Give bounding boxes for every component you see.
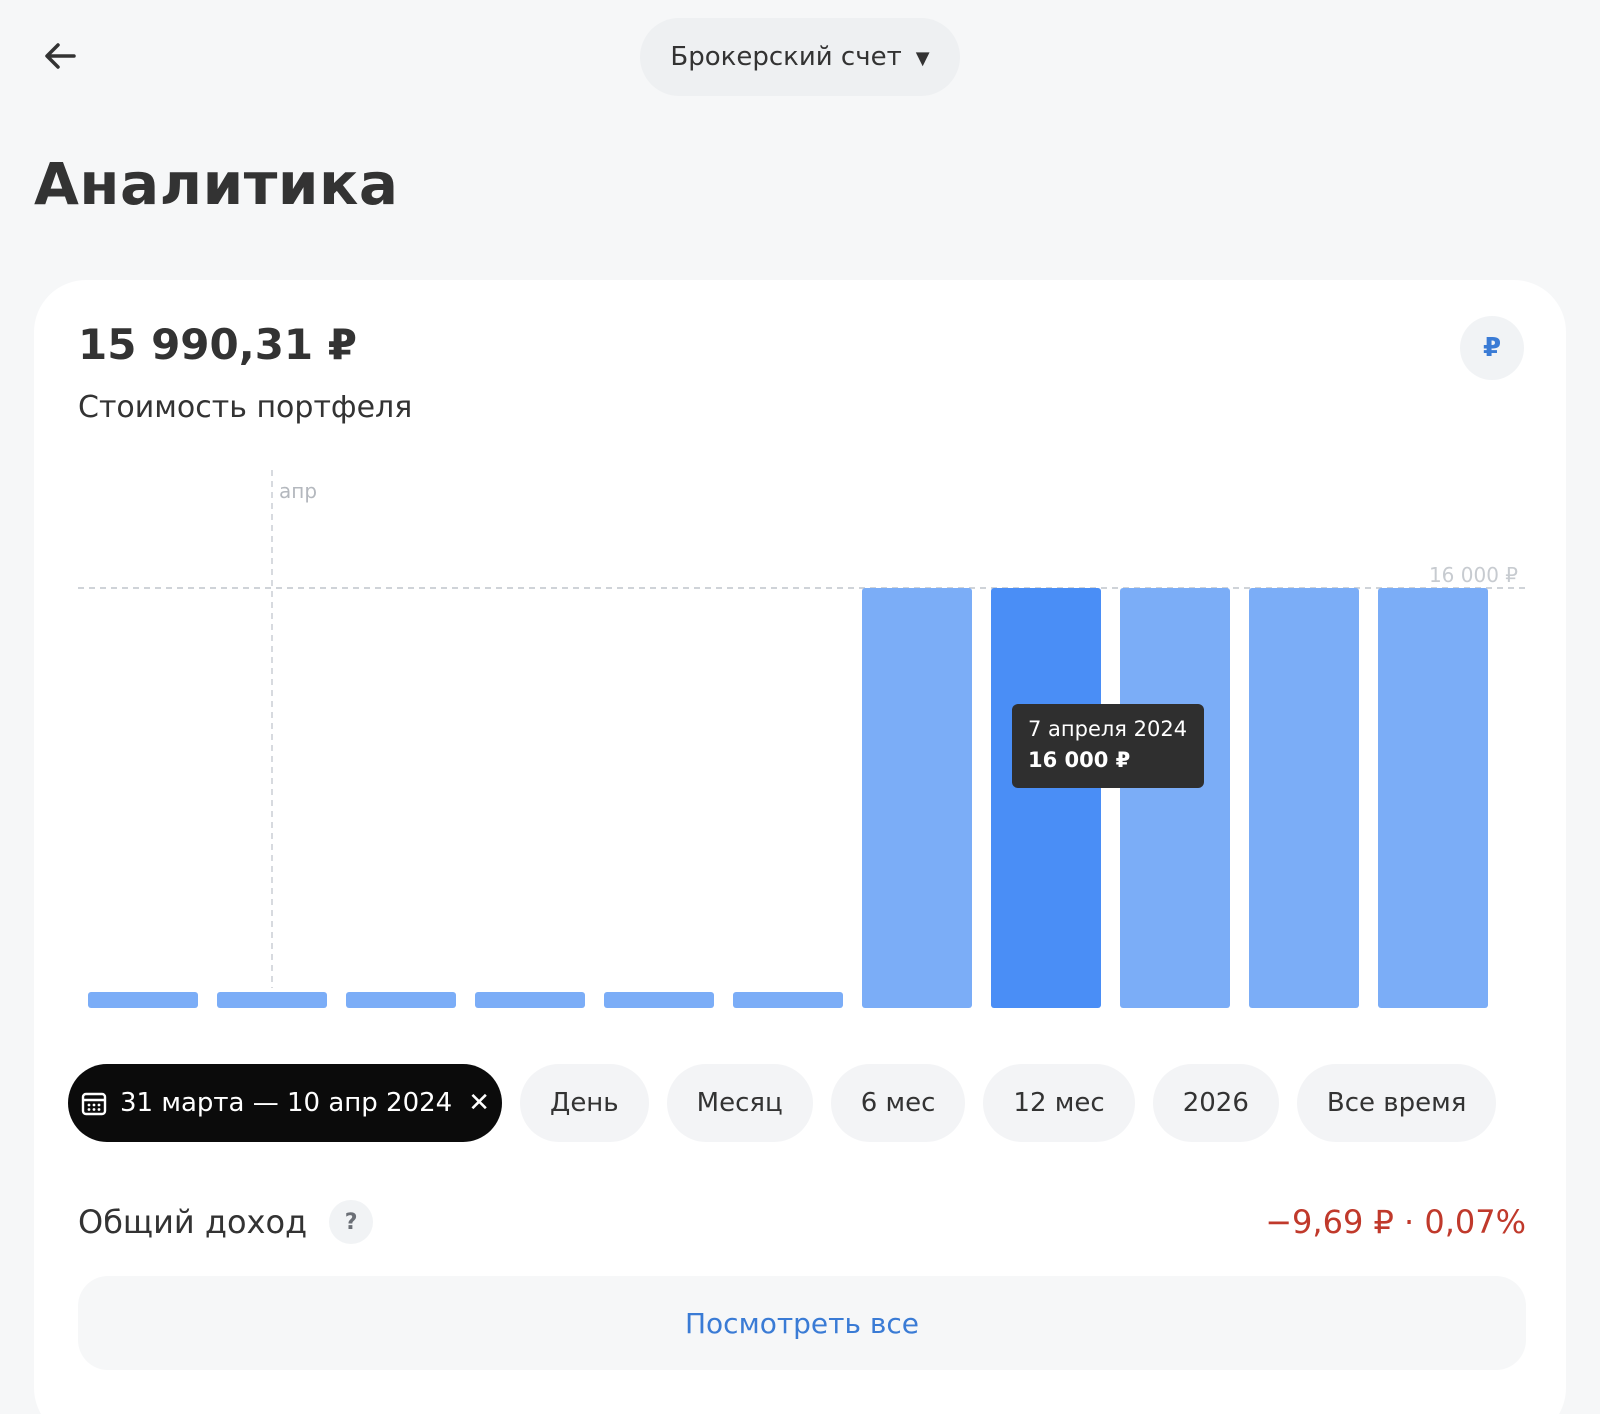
portfolio-chart: 16 000 ₽ апр 7 апреля 2024 16 000 ₽ [78, 470, 1530, 1010]
period-12-months[interactable]: 12 мес [983, 1064, 1135, 1142]
question-icon[interactable]: ? [329, 1200, 374, 1244]
back-button[interactable] [36, 34, 84, 82]
ruble-icon: ₽ [1482, 333, 1502, 363]
reference-label: 16 000 ₽ [1429, 563, 1518, 587]
account-selector[interactable]: Брокерский счет ▼ [640, 18, 960, 96]
chart-bar [1120, 588, 1230, 1008]
chart-bar [217, 992, 327, 1008]
total-income-label: Общий доход [78, 1203, 308, 1241]
date-range-label: 31 марта — 10 апр 2024 [119, 1088, 453, 1118]
chart-canvas: 16 000 ₽ апр [78, 470, 1530, 1008]
chart-bar [604, 992, 714, 1008]
currency-toggle-button[interactable]: ₽ [1460, 316, 1524, 380]
caret-down-icon: ▼ [915, 47, 930, 69]
period-year[interactable]: 2026 [1152, 1064, 1279, 1142]
portfolio-label: Стоимость портфеля [78, 390, 413, 425]
portfolio-card: 15 990,31 ₽ Стоимость портфеля ₽ 16 000 … [34, 280, 1566, 1414]
chart-bar [733, 992, 843, 1008]
period-month[interactable]: Месяц [666, 1064, 813, 1142]
chart-bar [1249, 588, 1359, 1008]
account-selector-label: Брокерский счет [670, 42, 902, 72]
chart-bar [862, 588, 972, 1008]
tooltip-value: 16 000 ₽ [1028, 748, 1131, 772]
chart-bar [1378, 588, 1488, 1008]
close-icon[interactable]: ✕ [468, 1088, 490, 1118]
total-income-row: Общий доход ? −9,69 ₽ · 0,07% [78, 1192, 1526, 1252]
see-all-button[interactable]: Посмотреть все [78, 1276, 1526, 1370]
portfolio-value: 15 990,31 ₽ [78, 320, 357, 369]
analytics-screen: Брокерский счет ▼ Аналитика 15 990,31 ₽ … [0, 0, 1600, 1414]
calendar-icon [80, 1089, 108, 1117]
period-selector: 31 марта — 10 апр 2024 ✕ День Месяц 6 ме… [68, 1064, 1497, 1142]
chart-bar [88, 992, 198, 1008]
period-all-time[interactable]: Все время [1296, 1064, 1497, 1142]
period-day[interactable]: День [520, 1064, 649, 1142]
period-6-months[interactable]: 6 мес [830, 1064, 966, 1142]
chart-bar [991, 588, 1101, 1008]
arrow-left-icon [40, 36, 80, 80]
total-income-value: −9,69 ₽ · 0,07% [1265, 1203, 1526, 1241]
page-title: Аналитика [34, 150, 399, 218]
tooltip-date: 7 апреля 2024 [1028, 717, 1188, 741]
month-marker-label: апр [279, 479, 317, 503]
chart-bar [475, 992, 585, 1008]
chart-bar [346, 992, 456, 1008]
chart-tooltip: 7 апреля 2024 16 000 ₽ [1012, 704, 1204, 788]
date-range-chip[interactable]: 31 марта — 10 апр 2024 ✕ [68, 1064, 502, 1142]
